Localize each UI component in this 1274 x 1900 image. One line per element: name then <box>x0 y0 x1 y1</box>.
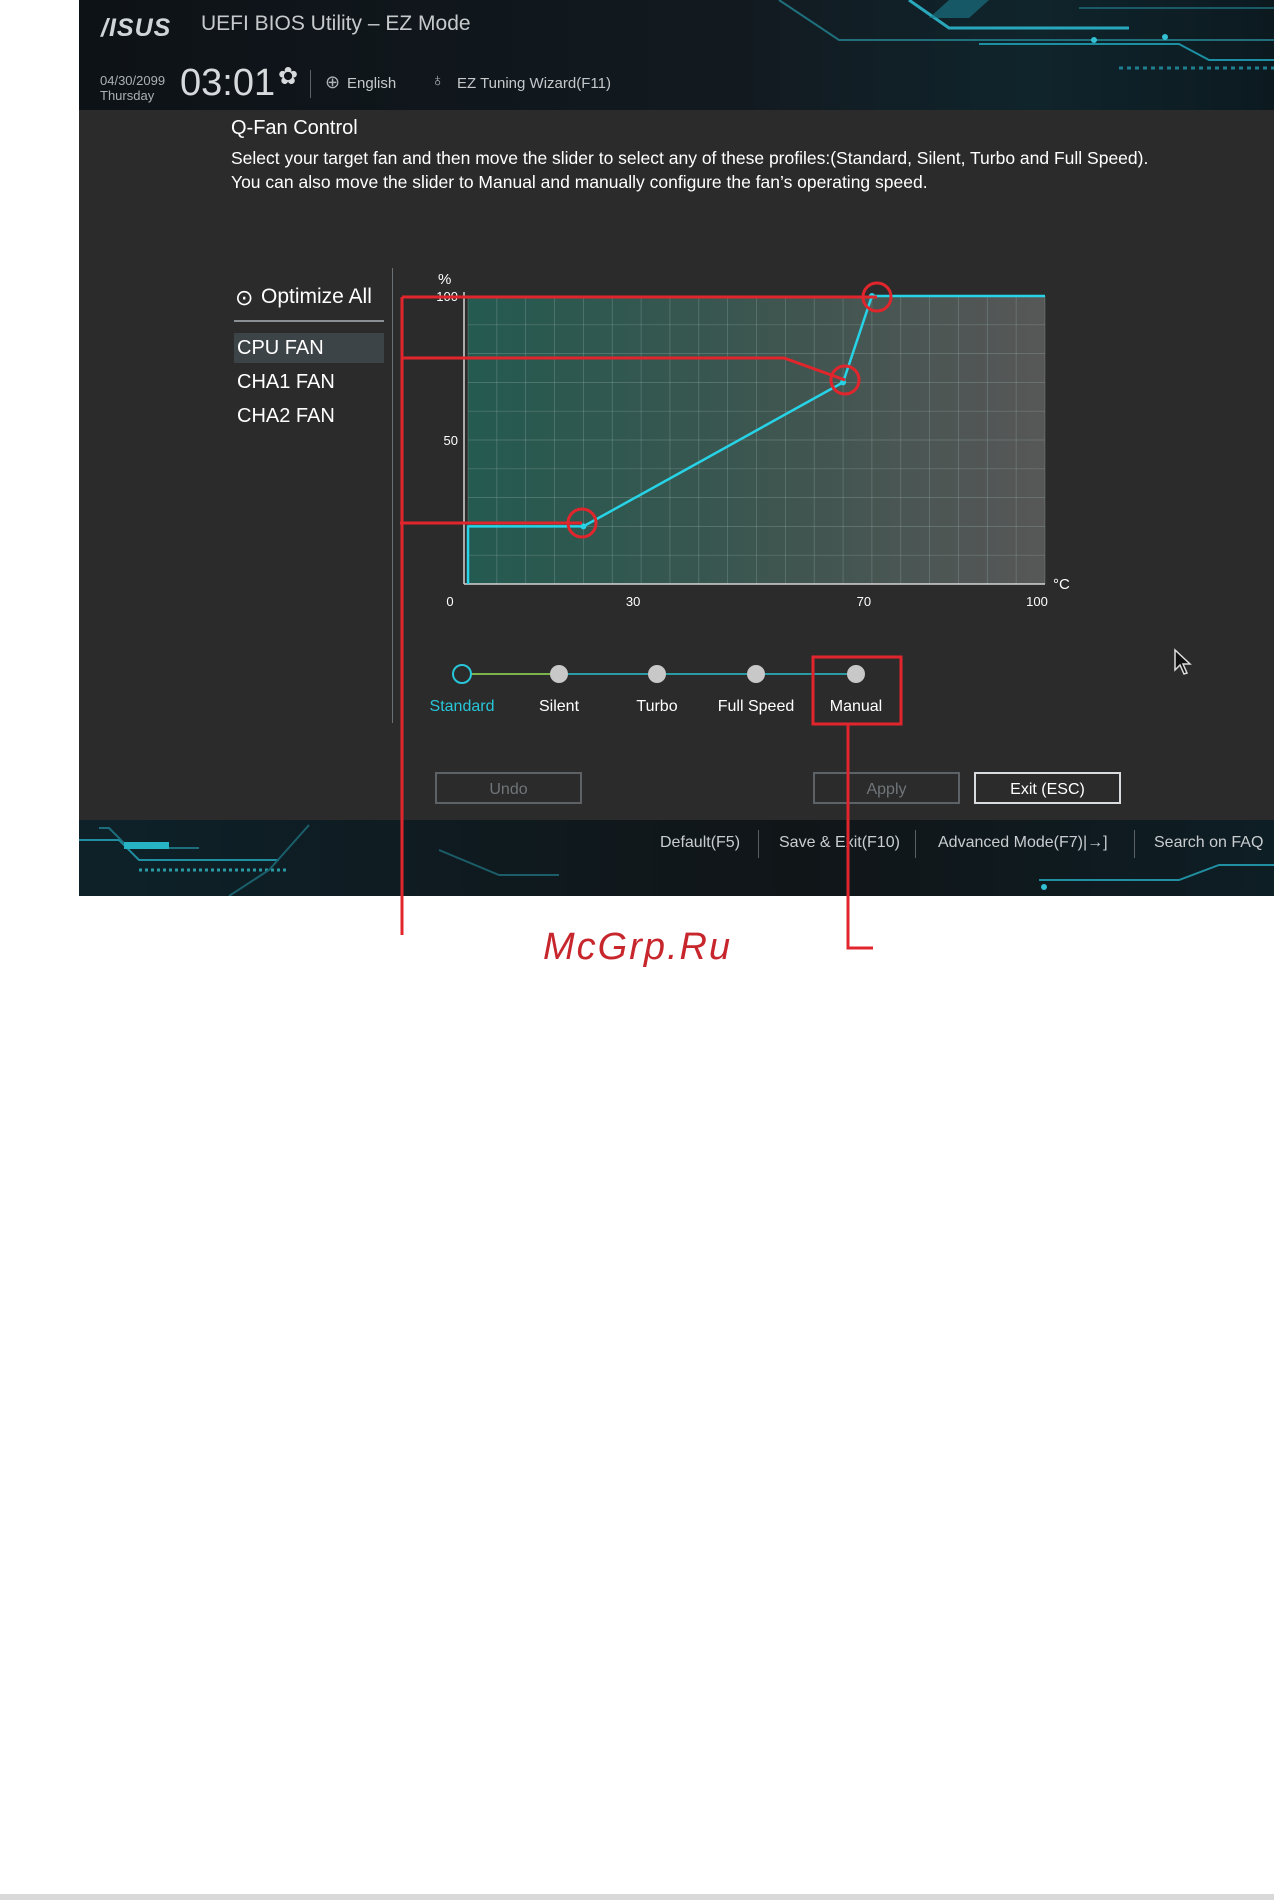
annotation-manual-leader <box>846 724 873 950</box>
annotation-manual-box <box>811 655 903 726</box>
watermark: McGrp.Ru <box>543 926 733 968</box>
annotation-line-mid <box>402 356 846 382</box>
page-footer-line <box>0 1894 1274 1900</box>
